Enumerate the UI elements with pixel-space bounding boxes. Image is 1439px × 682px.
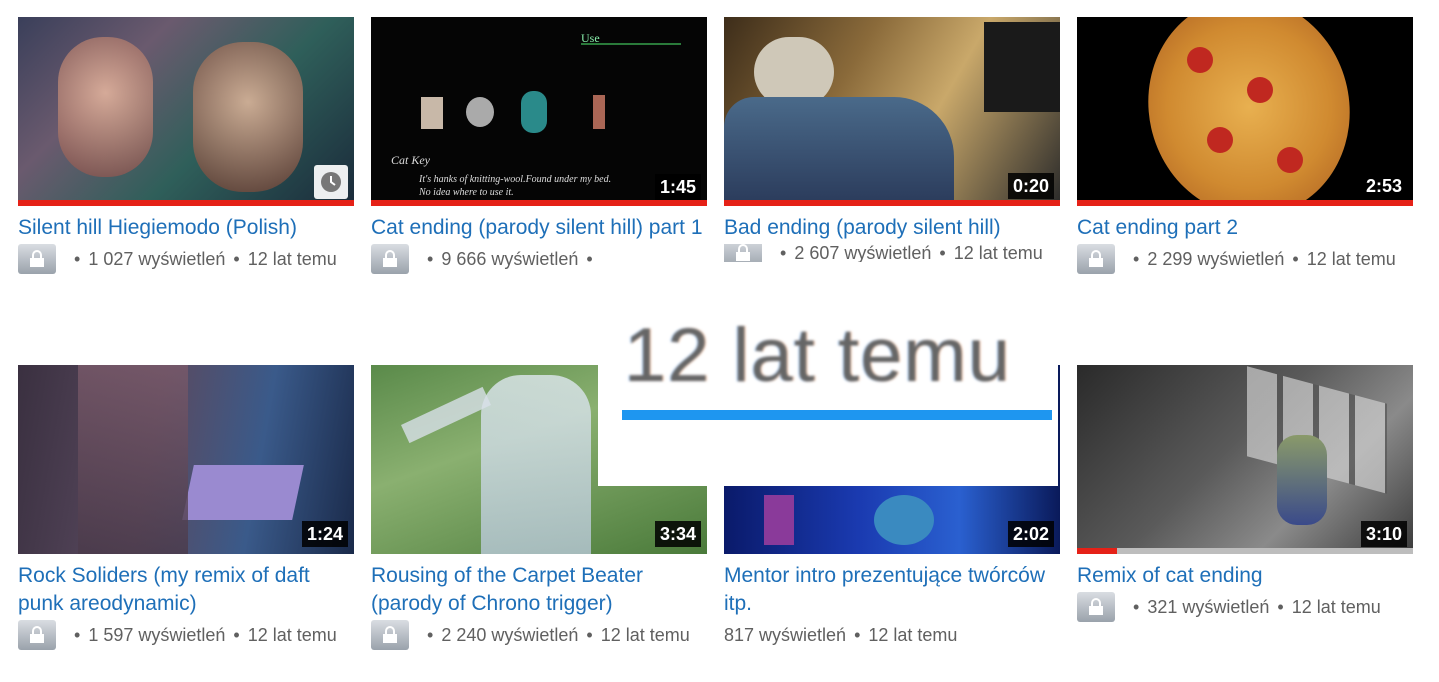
zoom-callout: 12 lat temu — [598, 300, 1058, 486]
video-title[interactable]: Cat ending (parody silent hill) part 1 — [371, 214, 707, 242]
video-thumbnail[interactable]: Use Cat Key It's hanks of knitting-wool.… — [371, 17, 707, 206]
video-title[interactable]: Bad ending (parody silent hill) — [724, 214, 1060, 242]
lock-icon — [724, 244, 762, 262]
video-meta: • 321 wyświetleń • 12 lat temu — [1077, 592, 1413, 622]
upload-age: 12 lat temu — [247, 249, 337, 269]
clock-icon — [321, 172, 341, 192]
video-card[interactable]: 3:10 Remix of cat ending • 321 wyświetle… — [1077, 365, 1413, 622]
watch-progress-bar — [1077, 548, 1413, 554]
view-count: 2 607 wyświetleń — [794, 244, 932, 262]
video-duration: 2:53 — [1360, 173, 1407, 199]
upload-age: 12 lat temu — [247, 625, 337, 645]
video-thumbnail[interactable] — [18, 17, 354, 206]
upload-age: 12 lat temu — [1306, 249, 1396, 269]
lock-icon — [18, 620, 56, 650]
watch-progress-bar — [724, 200, 1060, 206]
video-card[interactable]: 1:24 Rock Soliders (my remix of daft pun… — [18, 365, 354, 650]
video-duration: 2:02 — [1007, 521, 1054, 547]
video-thumbnail[interactable]: 0:20 — [724, 17, 1060, 206]
overlay-desc-1: It's hanks of knitting-wool.Found under … — [419, 174, 612, 185]
upload-age: 12 lat temu — [1291, 597, 1381, 617]
video-card[interactable]: 2:53 Cat ending part 2 • 2 299 wyświetle… — [1077, 17, 1413, 274]
video-thumbnail[interactable]: 3:10 — [1077, 365, 1413, 554]
upload-age: 12 lat temu — [953, 244, 1043, 262]
watch-progress-bar — [371, 200, 707, 206]
view-count: 2 299 wyświetleń — [1147, 249, 1285, 269]
view-count: 817 wyświetleń — [724, 625, 847, 645]
video-thumbnail[interactable]: 1:24 — [18, 365, 354, 554]
video-title[interactable]: Mentor intro prezentujące twórców itp. — [724, 562, 1060, 618]
view-count: 321 wyświetleń — [1147, 597, 1270, 617]
lock-icon — [371, 244, 409, 274]
video-card[interactable]: Use Cat Key It's hanks of knitting-wool.… — [371, 17, 707, 274]
video-title[interactable]: Cat ending part 2 — [1077, 214, 1413, 242]
lock-icon — [1077, 592, 1115, 622]
zoom-callout-text: 12 lat temu — [624, 313, 1011, 398]
watch-progress-fill — [1077, 548, 1118, 554]
video-title[interactable]: Remix of cat ending — [1077, 562, 1413, 590]
upload-age: 12 lat temu — [868, 625, 958, 645]
video-title[interactable]: Rousing of the Carpet Beater (parody of … — [371, 562, 707, 618]
watch-progress-bar — [1077, 200, 1413, 206]
watch-later-button[interactable] — [314, 165, 348, 199]
lock-icon — [18, 244, 56, 274]
video-duration: 0:20 — [1007, 173, 1054, 199]
view-count: 9 666 wyświetleń — [441, 249, 579, 269]
view-count: 2 240 wyświetleń — [441, 625, 579, 645]
video-title[interactable]: Silent hill Hiegiemodo (Polish) — [18, 214, 354, 242]
view-count: 1 027 wyświetleń — [88, 249, 226, 269]
overlay-item-title: Cat Key — [391, 153, 430, 167]
overlay-use-label: Use — [581, 31, 681, 45]
video-thumbnail[interactable]: 2:53 — [1077, 17, 1413, 206]
overlay-desc-2: No idea where to use it. — [419, 187, 514, 198]
view-count: 1 597 wyświetleń — [88, 625, 226, 645]
lock-icon — [371, 620, 409, 650]
video-duration: 1:24 — [301, 521, 348, 547]
video-title[interactable]: Rock Soliders (my remix of daft punk are… — [18, 562, 354, 618]
video-meta: • 1 027 wyświetleń • 12 lat temu — [18, 244, 354, 274]
video-meta: • 2 299 wyświetleń • 12 lat temu — [1077, 244, 1413, 274]
upload-age: 12 lat temu — [600, 625, 690, 645]
video-meta: • 2 240 wyświetleń • 12 lat temu — [371, 620, 707, 650]
video-meta: • 1 597 wyświetleń • 12 lat temu — [18, 620, 354, 650]
watch-progress-bar — [18, 200, 354, 206]
lock-icon — [1077, 244, 1115, 274]
video-duration: 3:10 — [1360, 521, 1407, 547]
video-meta: • 9 666 wyświetleń • — [371, 244, 707, 274]
video-meta: 817 wyświetleń • 12 lat temu — [724, 620, 1060, 650]
video-card[interactable]: Silent hill Hiegiemodo (Polish) • 1 027 … — [18, 17, 354, 274]
video-duration: 3:34 — [654, 521, 701, 547]
video-card[interactable]: 0:20 Bad ending (parody silent hill) • 2… — [724, 17, 1060, 262]
video-meta: • 2 607 wyświetleń • 12 lat temu — [724, 244, 1060, 262]
video-duration: 1:45 — [654, 174, 701, 200]
zoom-callout-underline — [622, 410, 1052, 420]
